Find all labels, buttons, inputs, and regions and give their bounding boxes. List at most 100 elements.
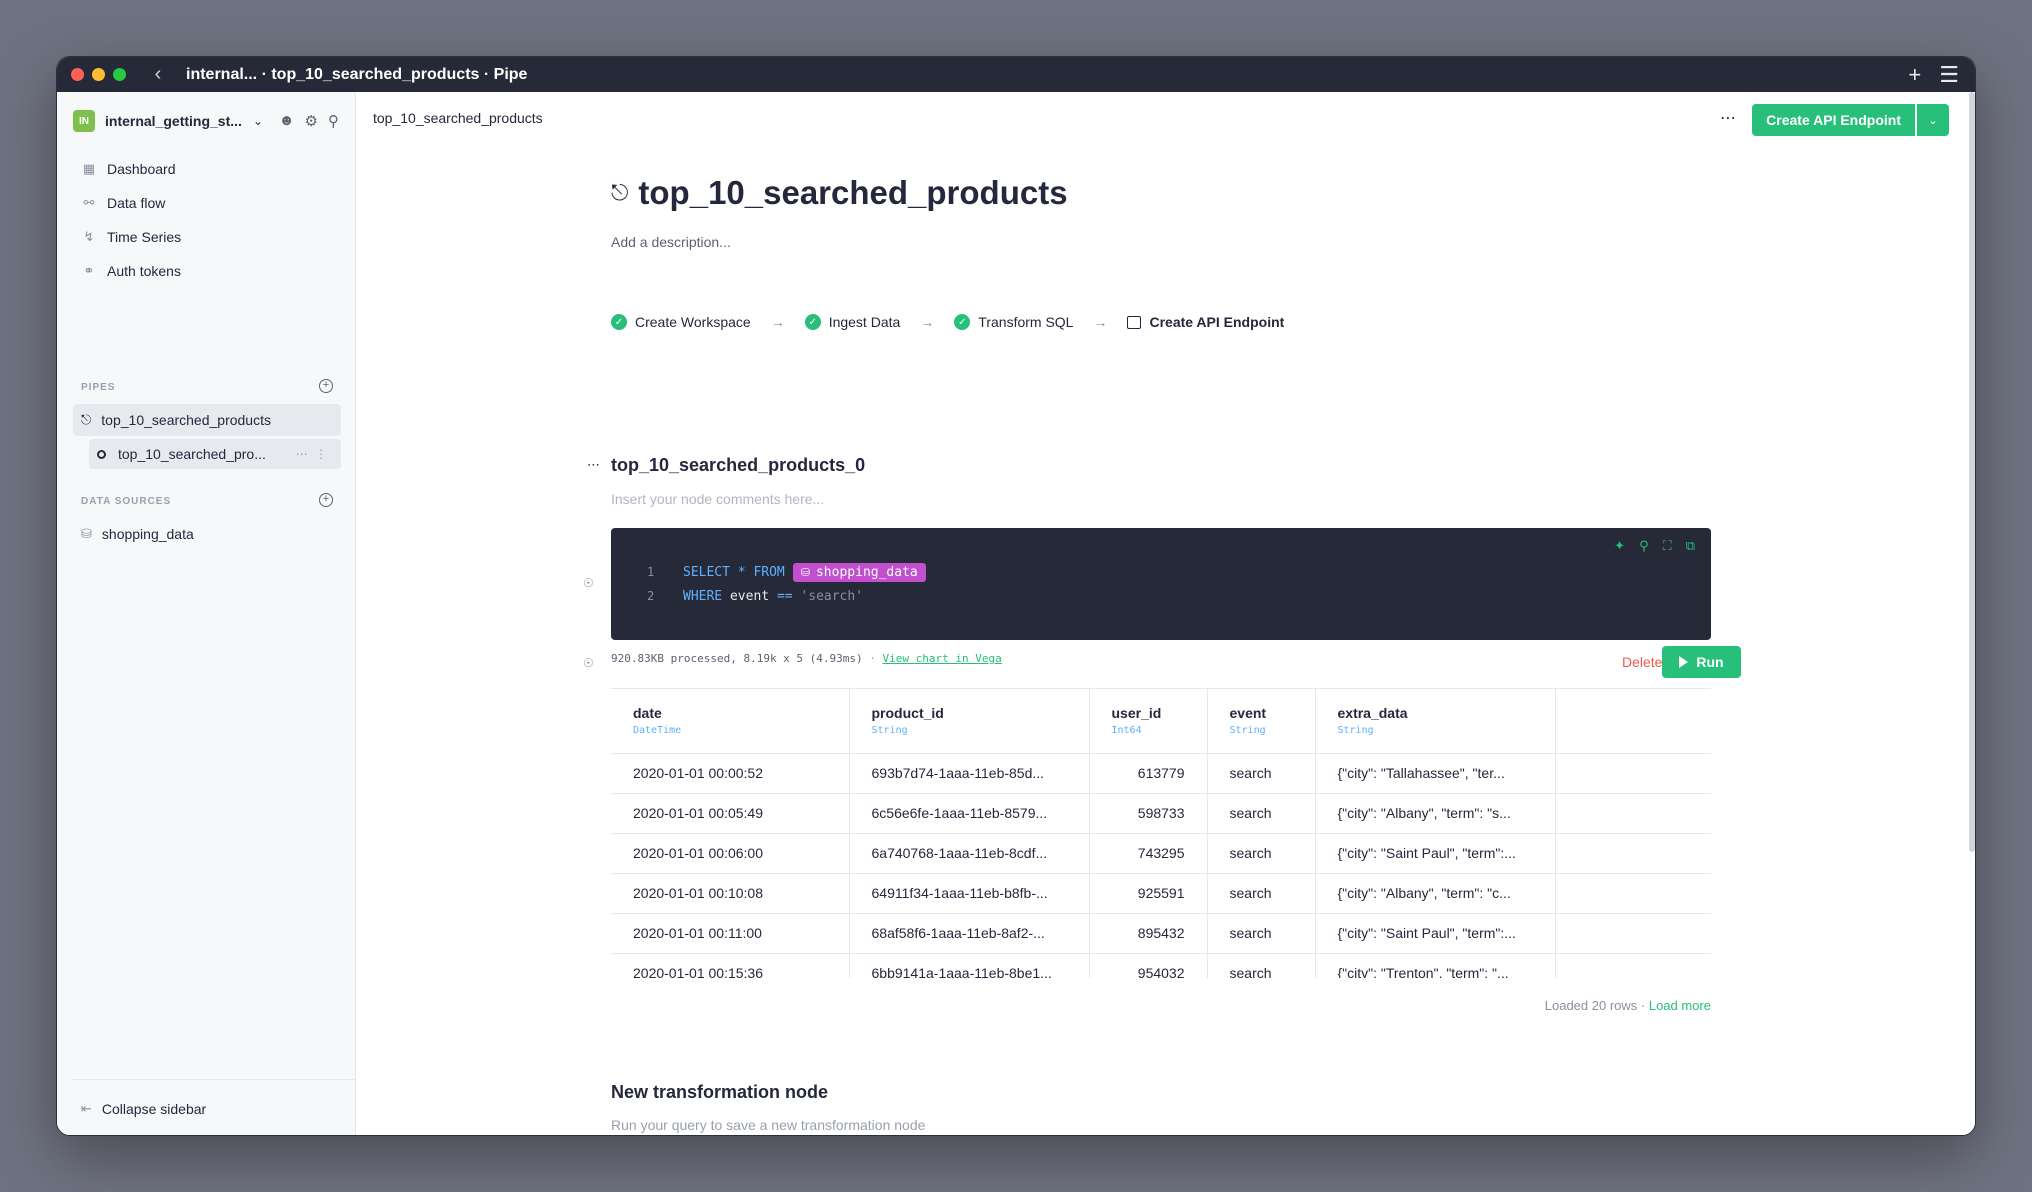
table-row[interactable]: 2020-01-01 00:06:00 6a740768-1aaa-11eb-8c… [611,833,1711,874]
scrollbar[interactable] [1969,92,1975,852]
view-chart-link[interactable]: View chart in Vega [883,652,1002,665]
check-icon: ✓ [954,314,971,330]
node-more-icon[interactable]: ⋯ ⋮ [296,447,329,461]
sidebar-item-dashboard[interactable]: ▦ Dashboard [73,152,341,186]
step-create-workspace[interactable]: Create Workspace [635,314,751,330]
table-row[interactable]: 2020-01-01 00:00:52 693b7d74-1aaa-11eb-85… [611,753,1711,794]
fullscreen-icon[interactable]: ⛶ [1663,538,1672,554]
grid-icon: ▦ [82,161,96,176]
sidebar-nav: ▦ Dashboard ⚯ Data flow ↯ Time Series ⚭ … [73,152,341,288]
menu-icon[interactable]: ☰ [1939,63,1959,86]
chart-icon: ↯ [83,229,95,244]
database-icon: ⛁ [800,565,810,579]
sql-editor[interactable]: ✦ ⚲ ⛶ ⧉ 1 SELECT * FROM ⛁ shopping_data [611,528,1711,640]
sidebar-item-time-series[interactable]: ↯ Time Series [73,220,341,254]
load-more-link[interactable]: Load more [1649,998,1711,1013]
check-icon: ✓ [611,314,627,330]
minimize-window-button[interactable] [92,68,105,81]
close-window-button[interactable] [71,68,84,81]
node-title[interactable]: top_10_searched_products_0 [611,455,865,476]
workspace-name[interactable]: internal_getting_st... [105,113,245,129]
flow-icon: ⚯ [83,195,95,210]
eye-off-icon[interactable]: ☉ [583,656,594,670]
sidebar-item-datasource[interactable]: ⛁ shopping_data [73,518,341,550]
sidebar-item-label: Data flow [107,195,166,211]
back-arrow-icon[interactable]: ‹ [148,63,168,86]
column-header-extra-data[interactable]: extra_data String [1315,689,1556,754]
arrow-right-icon: → [1093,314,1108,330]
search-icon[interactable]: ⚲ [328,112,339,130]
chevron-down-icon[interactable]: ⌄ [1917,104,1949,136]
description-input[interactable]: Add a description... [611,234,731,250]
sparkle-icon[interactable]: ✦ [1614,538,1625,554]
collapse-label: Collapse sidebar [101,1100,207,1117]
window-icon [1127,315,1142,329]
eye-off-icon[interactable]: ☉ [583,576,594,590]
column-header-user-id[interactable]: user_id Int64 [1089,689,1208,754]
column-header-product-id[interactable]: product_id String [849,689,1090,754]
column-header-empty [1555,689,1711,754]
new-node-hint: Run your query to save a new transformat… [611,1117,926,1133]
page-title: ⎋ top_10_searched_products [611,174,1068,212]
run-button[interactable]: Run [1662,646,1741,678]
step-ingest-data[interactable]: Ingest Data [829,314,901,330]
sidebar-item-label: Time Series [107,229,182,245]
maximize-window-button[interactable] [113,68,126,81]
breadcrumb[interactable]: top_10_searched_products [373,110,543,126]
chevron-down-icon[interactable]: ⌄ [253,114,263,128]
sidebar-item-data-flow[interactable]: ⚯ Data flow [73,186,341,220]
step-transform-sql[interactable]: Transform SQL [978,314,1073,330]
delete-button[interactable]: Delete [1622,654,1662,670]
onboarding-steps: ✓ Create Workspace → ✓ Ingest Data → ✓ T… [611,314,1284,330]
add-datasource-icon[interactable]: + [319,493,333,507]
main-panel: top_10_searched_products ⋯ Create API En… [357,92,1975,1135]
collapse-sidebar-button[interactable]: ⇤ Collapse sidebar [73,1079,356,1135]
check-icon: ✓ [804,314,821,330]
new-tab-icon[interactable]: + [1908,63,1921,86]
create-api-endpoint-button[interactable]: Create API Endpoint [1752,104,1915,136]
arrow-right-icon: → [920,314,935,330]
sidebar-item-pipe-node[interactable]: top_10_searched_pro... ⋯ ⋮ [89,439,341,469]
app-window: ‹ internal... · top_10_searched_products… [56,56,1976,1136]
avatar-icon[interactable]: ☻ [279,112,295,130]
window-controls [71,68,126,81]
table-row[interactable]: 2020-01-01 00:11:00 68af58f6-1aaa-11eb-8a… [611,913,1711,954]
results-table[interactable]: date DateTime product_id String user_id Int… [611,688,1711,978]
pipe-icon: ⎋ [611,180,629,205]
add-pipe-icon[interactable]: + [319,379,333,393]
datasource-chip[interactable]: ⛁ shopping_data [792,562,926,582]
pipe-node-name: top_10_searched_pro... [118,446,266,462]
workspace-badge: IN [73,110,95,132]
table-row[interactable]: 2020-01-01 00:15:36 6bb9141a-1aaa-11eb-8b… [611,953,1711,978]
step-label: Create API Endpoint [1149,314,1285,330]
key-icon: ⚭ [83,263,95,278]
table-row[interactable]: 2020-01-01 00:05:49 6c56e6fe-1aaa-11eb-85… [611,793,1711,834]
code-line-1[interactable]: 1 SELECT * FROM ⛁ shopping_data [647,560,926,584]
pipe-icon: ⎋ [81,412,92,427]
sidebar-item-label: Auth tokens [107,263,181,279]
pipe-name: top_10_searched_products [101,412,271,428]
table-row[interactable]: 2020-01-01 00:10:08 64911f34-1aaa-11eb-b8… [611,873,1711,914]
database-icon: ⛁ [81,526,92,541]
node-options-icon[interactable]: ⋯ [587,457,601,473]
table-header-row: date DateTime product_id String user_id Int… [611,689,1711,754]
search-icon[interactable]: ⚲ [1639,538,1649,554]
column-header-date[interactable]: date DateTime [611,689,850,754]
node-icon [97,449,106,459]
code-line-2[interactable]: 2 WHERE event == 'search' [647,584,926,608]
sidebar: IN internal_getting_st... ⌄ ☻ ⚙ ⚲ ▦ Dash… [57,92,356,1135]
column-header-event[interactable]: event String [1207,689,1316,754]
sidebar-item-pipe[interactable]: ⎋ top_10_searched_products [73,404,341,436]
datasource-name: shopping_data [101,526,194,542]
play-icon [1679,656,1689,668]
more-options-icon[interactable]: ⋯ [1720,108,1737,128]
copy-icon[interactable]: ⧉ [1686,538,1695,554]
pipes-section-label: PIPES [81,382,116,393]
rows-loaded-status: Loaded 20 rows · Load more [1544,998,1711,1013]
workspace-switcher[interactable]: IN internal_getting_st... ⌄ ☻ ⚙ ⚲ [73,108,339,134]
gear-icon[interactable]: ⚙ [305,112,318,130]
sidebar-item-auth-tokens[interactable]: ⚭ Auth tokens [73,254,341,288]
pipe-title[interactable]: top_10_searched_products [638,174,1067,212]
node-comment-input[interactable]: Insert your node comments here... [611,491,824,507]
step-create-api-endpoint[interactable]: Create API Endpoint [1127,314,1284,330]
